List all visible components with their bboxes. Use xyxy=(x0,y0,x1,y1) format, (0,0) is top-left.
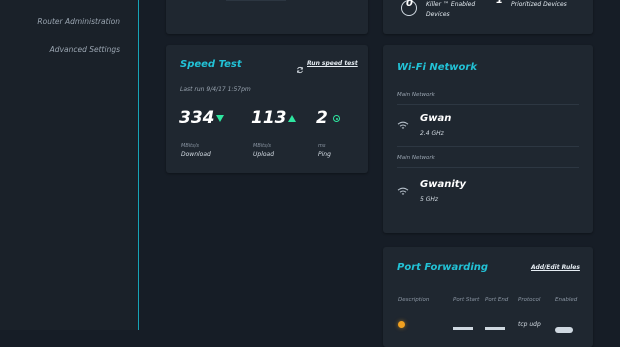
upload-value: 113 xyxy=(251,108,287,128)
prioritized-devices-count: 1 xyxy=(496,0,503,6)
upload-label: Upload xyxy=(253,151,275,158)
refresh-icon[interactable] xyxy=(296,59,304,78)
speed-test-card: Speed Test Run speed test Last run 9/4/1… xyxy=(166,45,368,173)
ping-label: Ping xyxy=(318,151,331,158)
speed-test-title: Speed Test xyxy=(180,59,242,70)
prioritized-devices-label: Prioritized Devices xyxy=(511,1,567,8)
activity-chart-remnant xyxy=(226,0,286,1)
wifi-band: 5 GHz xyxy=(420,196,439,203)
wifi-section-label: Main Network xyxy=(397,155,435,161)
devices-summary-card: 0 Killer ™ Enabled Devices 1 Prioritized… xyxy=(383,0,593,34)
column-header: Port End xyxy=(485,297,509,303)
wifi-network-name[interactable]: Gwanity xyxy=(420,179,466,190)
download-arrow-icon xyxy=(216,115,224,122)
killer-devices-label-2: Devices xyxy=(426,11,450,18)
ping-unit: ms xyxy=(318,143,326,149)
column-header: Description xyxy=(398,297,430,303)
ping-dot-icon xyxy=(333,115,340,122)
sidebar: Router Administration Advanced Settings xyxy=(0,0,139,330)
add-edit-rules-link[interactable]: Add/Edit Rules xyxy=(531,264,580,271)
wifi-network-title: Wi-Fi Network xyxy=(397,62,477,73)
wifi-network-name[interactable]: Gwan xyxy=(420,113,451,124)
divider xyxy=(397,104,579,105)
wifi-section-label: Main Network xyxy=(397,92,435,98)
upload-unit: MBits/s xyxy=(253,143,271,149)
port-forwarding-title: Port Forwarding xyxy=(397,262,489,273)
wifi-icon xyxy=(397,115,409,134)
ping-value: 2 xyxy=(316,108,328,128)
wifi-network-card: Wi-Fi Network Main Network Gwan 2.4 GHz … xyxy=(383,45,593,233)
status-dot-icon xyxy=(398,321,405,328)
last-run-text: Last run 9/4/17 1:57pm xyxy=(180,86,251,93)
protocol-value: tcp udp xyxy=(518,321,541,328)
killer-devices-label: Killer ™ Enabled xyxy=(426,1,476,8)
download-value: 334 xyxy=(179,108,215,128)
toggle-icon[interactable] xyxy=(555,327,573,333)
network-activity-card xyxy=(166,0,368,34)
run-speed-test-link[interactable]: Run speed test xyxy=(307,60,358,67)
wifi-band: 2.4 GHz xyxy=(420,130,444,137)
wifi-icon xyxy=(397,181,409,200)
divider xyxy=(397,167,579,168)
divider xyxy=(397,146,579,147)
column-header: Port Start xyxy=(453,297,480,303)
sidebar-item-router-administration[interactable]: Router Administration xyxy=(37,17,120,26)
upload-arrow-icon xyxy=(288,115,296,122)
column-header: Enabled xyxy=(555,297,578,303)
column-header: Protocol xyxy=(518,297,541,303)
download-label: Download xyxy=(181,151,211,158)
download-unit: MBits/s xyxy=(181,143,199,149)
port-forwarding-card: Port Forwarding Add/Edit Rules Descripti… xyxy=(383,247,593,347)
sidebar-item-advanced-settings[interactable]: Advanced Settings xyxy=(50,45,120,54)
killer-devices-count: 0 xyxy=(406,0,413,9)
